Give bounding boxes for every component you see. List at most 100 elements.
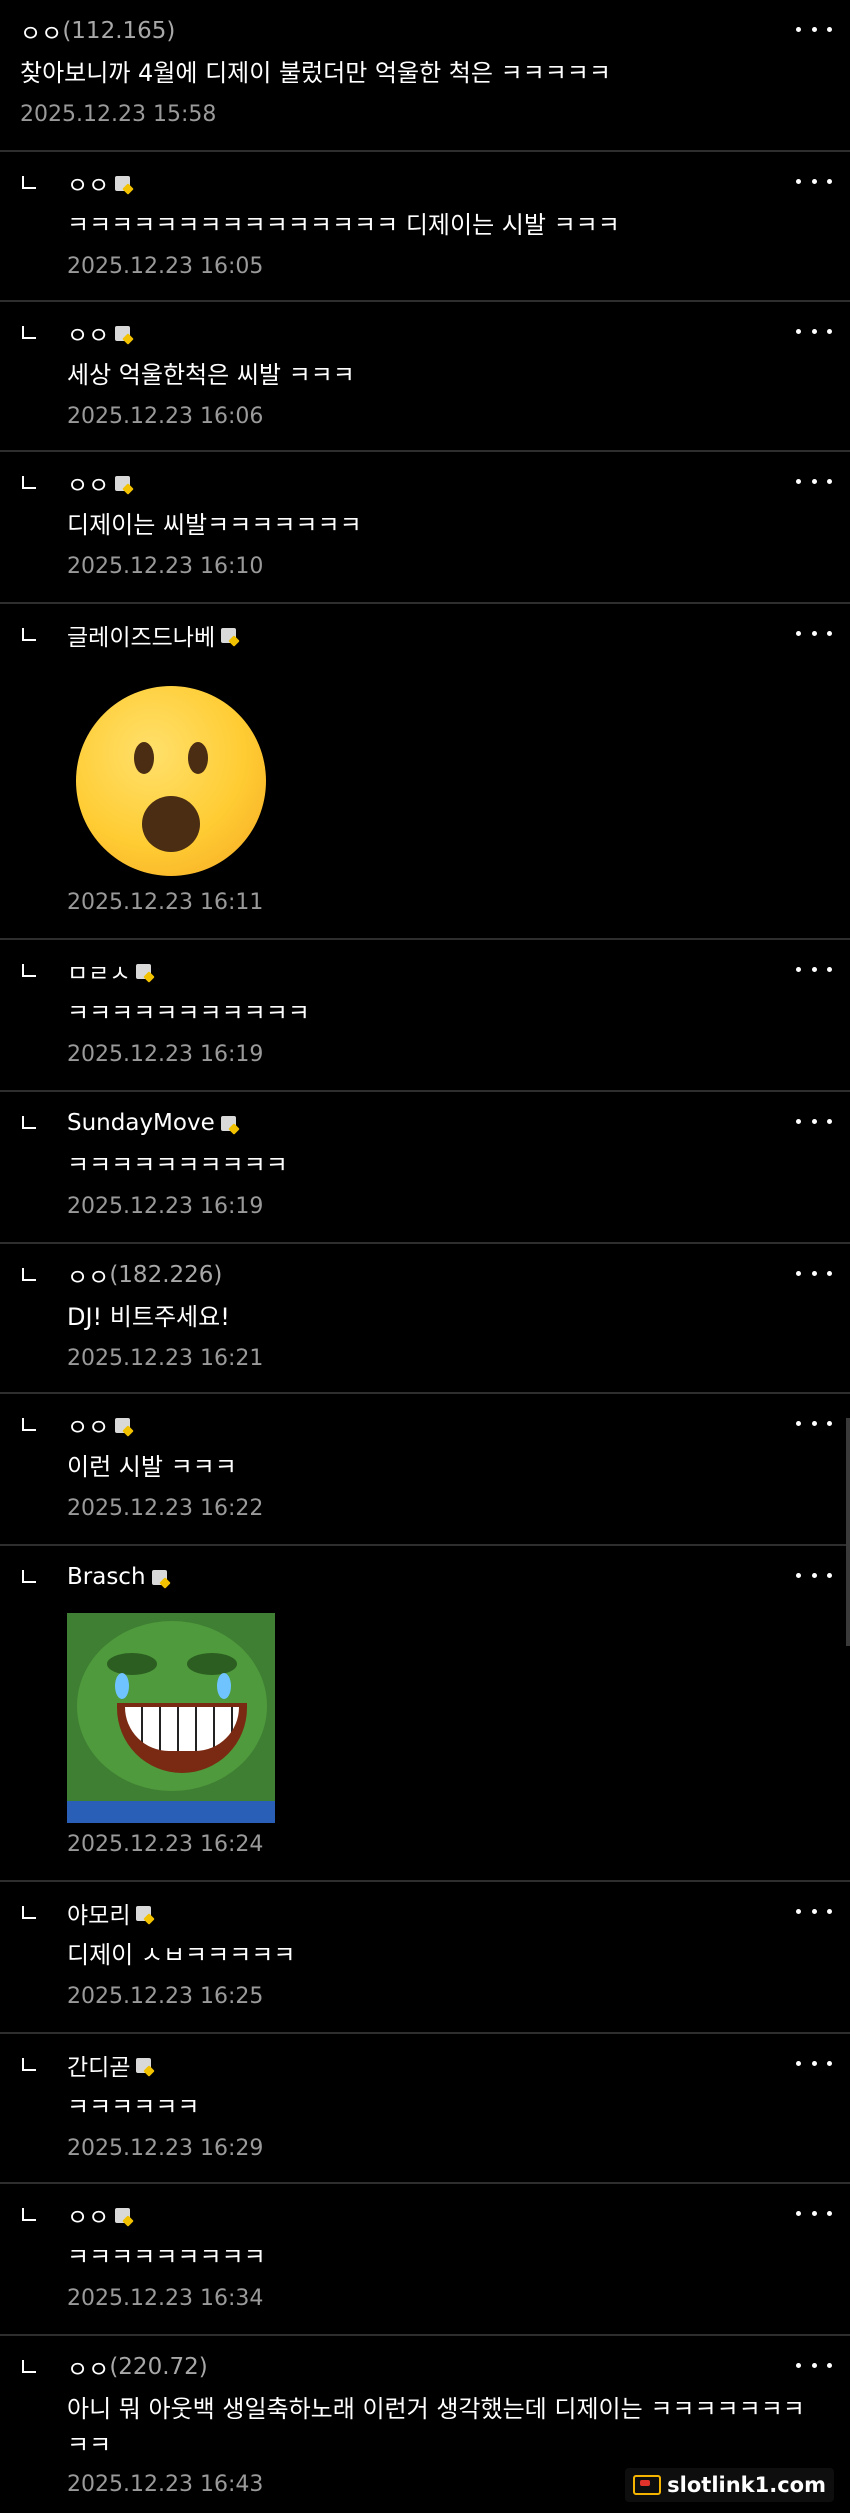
comment-author[interactable]: ㅁㄹㅅ: [67, 954, 152, 988]
comment-item: ㅇㅇ ㅋㅋㅋㅋㅋㅋㅋㅋㅋ 2025.12.23 16:34: [0, 2184, 850, 2336]
comment-item: ㅇㅇ (182.226) DJ! 비트주세요! 2025.12.23 16:21: [0, 1244, 850, 1394]
comment-text: ㅋㅋㅋㅋㅋㅋㅋㅋㅋㅋㅋ: [67, 999, 310, 1027]
comment-date: 2025.12.23 16:19: [67, 1194, 264, 1219]
comment-text: DJ! 비트주세요!: [67, 1303, 230, 1331]
comment-author[interactable]: ㅇㅇ: [67, 2198, 131, 2232]
comment-text: 이런 시발 ㅋㅋㅋ: [67, 1453, 237, 1481]
comment-author[interactable]: ㅇㅇ: [67, 466, 131, 500]
member-badge-icon: [136, 963, 152, 979]
scrollbar-thumb[interactable]: [846, 1418, 850, 1646]
more-options-button[interactable]: [796, 474, 832, 488]
reply-arrow-icon: [22, 2360, 36, 2373]
comment-author[interactable]: ㅇㅇ: [67, 316, 131, 350]
nickname: 간디곧: [67, 2055, 131, 2081]
reply-arrow-icon: [22, 1268, 36, 1281]
more-options-button[interactable]: [796, 2056, 832, 2070]
nickname: ㅇㅇ: [67, 1415, 110, 1441]
reply-arrow-icon: [22, 1570, 36, 1583]
ip-address: (182.226): [109, 1262, 223, 1288]
astonished-face-emoji-icon[interactable]: [76, 686, 266, 876]
reply-arrow-icon: [22, 2058, 36, 2071]
more-options-button[interactable]: [796, 962, 832, 976]
comment-text: ㅋㅋㅋㅋㅋㅋ: [67, 2093, 200, 2121]
reply-arrow-icon: [22, 964, 36, 977]
more-options-button[interactable]: [796, 22, 832, 36]
comment-author[interactable]: ㅇㅇ: [67, 1408, 131, 1442]
laughing-pepe-image[interactable]: [67, 1613, 275, 1823]
comment-author[interactable]: Brasch: [67, 1560, 167, 1594]
watermark-label: slotlink1.com: [667, 2473, 826, 2497]
comment-author[interactable]: ㅇㅇ (182.226): [67, 1258, 222, 1292]
comment-text: ㅋㅋㅋㅋㅋㅋㅋㅋㅋㅋㅋㅋㅋㅋㅋ 디제이는 시발 ㅋㅋㅋ: [67, 211, 620, 239]
comment-date: 2025.12.23 16:25: [67, 1984, 264, 2009]
comment-text: ㅋㅋㅋㅋㅋㅋㅋㅋㅋ: [67, 2243, 266, 2271]
slotlink-logo-icon: [633, 2475, 662, 2495]
member-badge-icon: [115, 475, 131, 491]
comment-item: ㅇㅇ 세상 억울한척은 씨발 ㅋㅋㅋ 2025.12.23 16:06: [0, 302, 850, 452]
more-options-button[interactable]: [796, 1904, 832, 1918]
comment-item: ㅇㅇ 이런 시발 ㅋㅋㅋ 2025.12.23 16:22: [0, 1394, 850, 1546]
more-options-button[interactable]: [796, 324, 832, 338]
comment-date: 2025.12.23 16:06: [67, 404, 264, 429]
comment-item: 간디곧 ㅋㅋㅋㅋㅋㅋ 2025.12.23 16:29: [0, 2034, 850, 2184]
nickname: ㅇㅇ: [67, 173, 110, 199]
nickname: ㅇㅇ: [67, 323, 110, 349]
ip-address: (112.165): [62, 18, 176, 44]
comment-author[interactable]: 간디곧: [67, 2048, 152, 2082]
comment-text: 디제이는 씨발ㅋㅋㅋㅋㅋㅋㅋ: [67, 511, 362, 539]
reply-arrow-icon: [22, 1418, 36, 1431]
reply-arrow-icon: [22, 326, 36, 339]
comment-author[interactable]: 글레이즈드나베: [67, 618, 237, 652]
reply-arrow-icon: [22, 1906, 36, 1919]
comment-author[interactable]: ㅇㅇ (112.165): [20, 14, 175, 48]
watermark: slotlink1.com: [625, 2468, 834, 2502]
nickname: ㅇㅇ: [67, 473, 110, 499]
comment-item: ㅁㄹㅅ ㅋㅋㅋㅋㅋㅋㅋㅋㅋㅋㅋ 2025.12.23 16:19: [0, 940, 850, 1092]
more-options-button[interactable]: [796, 174, 832, 188]
more-options-button[interactable]: [796, 2206, 832, 2220]
comment-date: 2025.12.23 16:10: [67, 554, 264, 579]
reply-arrow-icon: [22, 1116, 36, 1129]
comment-date: 2025.12.23 16:24: [67, 1832, 264, 1857]
member-badge-icon: [115, 175, 131, 191]
comment-text: 세상 억울한척은 씨발 ㅋㅋㅋ: [67, 361, 355, 389]
more-options-button[interactable]: [796, 1114, 832, 1128]
nickname: ㅇㅇ: [20, 21, 63, 47]
comment-item: ㅇㅇㅋㅋㅋㅋㅋㅋㅋㅋㅋㅋㅋㅋㅋㅋㅋ 디제이는 시발 ㅋㅋㅋ 2025.12.23 …: [0, 152, 850, 302]
comment-date: 2025.12.23 16:22: [67, 1496, 264, 1521]
comment-author[interactable]: ㅇㅇ: [67, 166, 131, 200]
comment-date: 2025.12.23 16:21: [67, 1346, 264, 1371]
member-badge-icon: [136, 2057, 152, 2073]
nickname: ㅇㅇ: [67, 1265, 110, 1291]
member-badge-icon: [151, 1569, 167, 1585]
nickname: Brasch: [67, 1564, 146, 1590]
comment-author[interactable]: ㅇㅇ (220.72): [67, 2350, 208, 2384]
comment-text-continued: ㅋㅋ: [67, 2431, 112, 2459]
more-options-button[interactable]: [796, 626, 832, 640]
comment-text: ㅋㅋㅋㅋㅋㅋㅋㅋㅋㅋ: [67, 1151, 288, 1179]
comment-date: 2025.12.23 16:29: [67, 2136, 264, 2161]
ip-address: (220.72): [109, 2354, 208, 2380]
more-options-button[interactable]: [796, 1568, 832, 1582]
comment-item: ㅇㅇ (112.165) 찾아보니까 4월에 디제이 불렀더만 억울한 척은 ㅋㅋㅋ…: [0, 0, 850, 152]
comment-date: 2025.12.23 16:05: [67, 254, 264, 279]
comment-item: 야모리 디제이 ㅅㅂㅋㅋㅋㅋㅋ 2025.12.23 16:25: [0, 1882, 850, 2034]
nickname: 글레이즈드나베: [67, 625, 216, 651]
member-badge-icon: [220, 1115, 236, 1131]
reply-arrow-icon: [22, 2208, 36, 2221]
reply-arrow-icon: [22, 176, 36, 189]
comment-author[interactable]: 야모리: [67, 1896, 152, 1930]
nickname: ㅇㅇ: [67, 2205, 110, 2231]
reply-arrow-icon: [22, 628, 36, 641]
comment-text: 찾아보니까 4월에 디제이 불렀더만 억울한 척은 ㅋㅋㅋㅋㅋ: [20, 59, 611, 87]
member-badge-icon: [136, 1905, 152, 1921]
more-options-button[interactable]: [796, 2358, 832, 2372]
comment-item: SundayMove ㅋㅋㅋㅋㅋㅋㅋㅋㅋㅋ 2025.12.23 16:19: [0, 1092, 850, 1244]
member-badge-icon: [221, 627, 237, 643]
nickname: SundayMove: [67, 1110, 215, 1136]
member-badge-icon: [115, 325, 131, 341]
comment-author[interactable]: SundayMove: [67, 1106, 236, 1140]
nickname: 야모리: [67, 1903, 131, 1929]
more-options-button[interactable]: [796, 1266, 832, 1280]
more-options-button[interactable]: [796, 1416, 832, 1430]
